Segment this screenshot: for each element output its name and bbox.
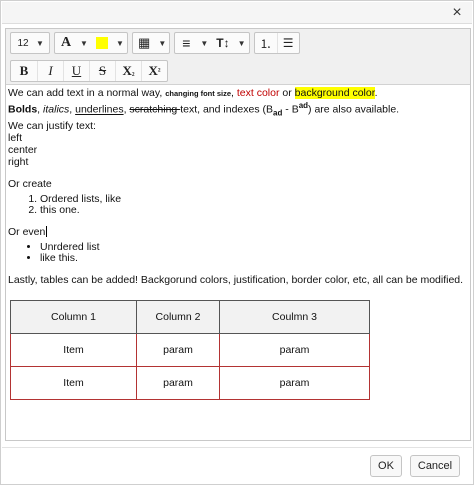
- text-span: text, and indexes (B: [180, 103, 274, 116]
- text-span: .: [374, 87, 378, 99]
- font-color-icon[interactable]: A: [55, 33, 77, 53]
- table-row: Item param param: [10, 332, 370, 367]
- font-size-dropdown[interactable]: 12 ▼: [10, 32, 50, 54]
- table-header-cell[interactable]: Column 2: [136, 299, 220, 334]
- or-create-text: Or create: [8, 177, 52, 190]
- bold-button[interactable]: B: [11, 61, 37, 81]
- underline-button[interactable]: U: [63, 61, 89, 81]
- align-icon[interactable]: ≡: [175, 33, 197, 53]
- superscript-button[interactable]: X²: [141, 61, 167, 81]
- list-item: this one.: [40, 204, 468, 216]
- bold-text: Bolds: [8, 103, 38, 116]
- text-span: We can add text in a normal way,: [8, 87, 166, 99]
- or-even-text: Or even: [8, 225, 468, 238]
- subscript-mark: ₂: [131, 66, 135, 76]
- text-span: Or even: [8, 225, 46, 238]
- chevron-down-icon[interactable]: ▼: [113, 33, 127, 53]
- highlighted-text: background color: [294, 87, 375, 99]
- table-cell[interactable]: Item: [10, 365, 137, 400]
- rich-text-editor: 12 ▼ A ▼ ▼ ▦ ▼ ≡ ▼ T↕ ▼ ⒈ ☰ B I U S X ₂ …: [5, 28, 471, 441]
- ordered-list-icon[interactable]: ⒈: [255, 33, 277, 53]
- italic-text: italics: [43, 103, 70, 116]
- unordered-list: Unrdered list like this.: [8, 241, 468, 264]
- subscript-button[interactable]: X₂: [115, 61, 141, 81]
- editor-toolbar: 12 ▼ A ▼ ▼ ▦ ▼ ≡ ▼ T↕ ▼ ⒈ ☰ B I U S X ₂ …: [6, 29, 470, 85]
- chevron-down-icon[interactable]: ▼: [197, 33, 211, 53]
- table-cell[interactable]: param: [136, 332, 220, 367]
- text-span: - B: [282, 103, 299, 116]
- toolbar-row-1: 12 ▼ A ▼ ▼ ▦ ▼ ≡ ▼ T↕ ▼ ⒈ ☰: [10, 32, 300, 54]
- paragraph-intro: We can add text in a normal way, changin…: [8, 87, 468, 100]
- text-span: or: [279, 87, 295, 99]
- table-icon: ▦: [138, 35, 151, 50]
- small-font-text: changing font size: [165, 89, 232, 98]
- text-span: ) are also available.: [308, 103, 400, 116]
- strike-text: scratching: [129, 103, 181, 116]
- justify-left: left: [8, 131, 23, 144]
- chevron-down-icon[interactable]: ▼: [235, 33, 249, 53]
- justify-right: right: [8, 155, 29, 168]
- ordered-list: Ordered lists, like this one.: [8, 193, 468, 216]
- font-size-value: 12: [17, 37, 29, 49]
- table-dropdown[interactable]: ▦ ▼: [132, 32, 171, 54]
- table-header-cell[interactable]: Coulmn 3: [219, 299, 370, 334]
- list-item: like this.: [40, 252, 468, 264]
- table-header-cell[interactable]: Column 1: [10, 299, 137, 334]
- table-cell[interactable]: param: [219, 332, 370, 367]
- highlight-swatch: [96, 37, 108, 49]
- table-cell[interactable]: param: [136, 365, 220, 400]
- table-row: Item param param: [10, 365, 370, 400]
- chevron-down-icon: ▼: [36, 38, 44, 48]
- highlight-color-button[interactable]: [91, 33, 113, 53]
- text-style-group: B I U S X₂ X²: [10, 60, 168, 82]
- subscript-letter: X: [122, 63, 132, 78]
- superscript-mark: ²: [157, 66, 161, 76]
- editor-content[interactable]: We can add text in a normal way, changin…: [6, 85, 470, 400]
- text-cursor: [46, 225, 48, 237]
- list-item: Unrdered list: [40, 241, 468, 253]
- color-picker-group: A ▼ ▼: [54, 32, 128, 54]
- superscript-letter: X: [148, 63, 158, 78]
- superscript-text: ad: [298, 101, 309, 110]
- toolbar-row-2: B I U S X₂ X²: [10, 60, 168, 82]
- editor-dialog: × 12 ▼ A ▼ ▼ ▦ ▼ ≡ ▼ T↕ ▼ ⒈ ☰ B I U S X …: [0, 0, 474, 485]
- justify-center: center: [8, 143, 38, 156]
- paragraph-styles: Bolds, italics, underlines, scratching t…: [8, 100, 468, 120]
- line-height-icon[interactable]: T↕: [211, 33, 234, 53]
- content-table[interactable]: Column 1 Column 2 Coulmn 3 Item param pa…: [10, 299, 370, 400]
- table-cell[interactable]: param: [219, 365, 370, 400]
- subscript-text: ad: [273, 108, 283, 118]
- dialog-footer: OK Cancel: [2, 447, 472, 483]
- italic-button[interactable]: I: [37, 61, 63, 81]
- ok-button[interactable]: OK: [370, 455, 402, 477]
- strikethrough-button[interactable]: S: [89, 61, 115, 81]
- format-group: ≡ ▼ T↕ ▼: [174, 32, 250, 54]
- cancel-button[interactable]: Cancel: [410, 455, 460, 477]
- table-cell[interactable]: Item: [10, 332, 137, 367]
- list-group: ⒈ ☰: [253, 32, 300, 54]
- table-header-row: Column 1 Column 2 Coulmn 3: [10, 299, 370, 334]
- dialog-titlebar: ×: [2, 2, 472, 24]
- underline-text: underlines: [75, 103, 124, 116]
- list-item: Ordered lists, like: [40, 193, 468, 205]
- close-icon[interactable]: ×: [448, 4, 466, 22]
- chevron-down-icon[interactable]: ▼: [77, 33, 91, 53]
- unordered-list-icon[interactable]: ☰: [276, 33, 299, 53]
- justify-intro: We can justify text:: [8, 119, 96, 132]
- red-text: text color: [236, 87, 280, 99]
- chevron-down-icon: ▼: [158, 38, 167, 48]
- tables-text: Lastly, tables can be added! Backgorund …: [8, 273, 464, 286]
